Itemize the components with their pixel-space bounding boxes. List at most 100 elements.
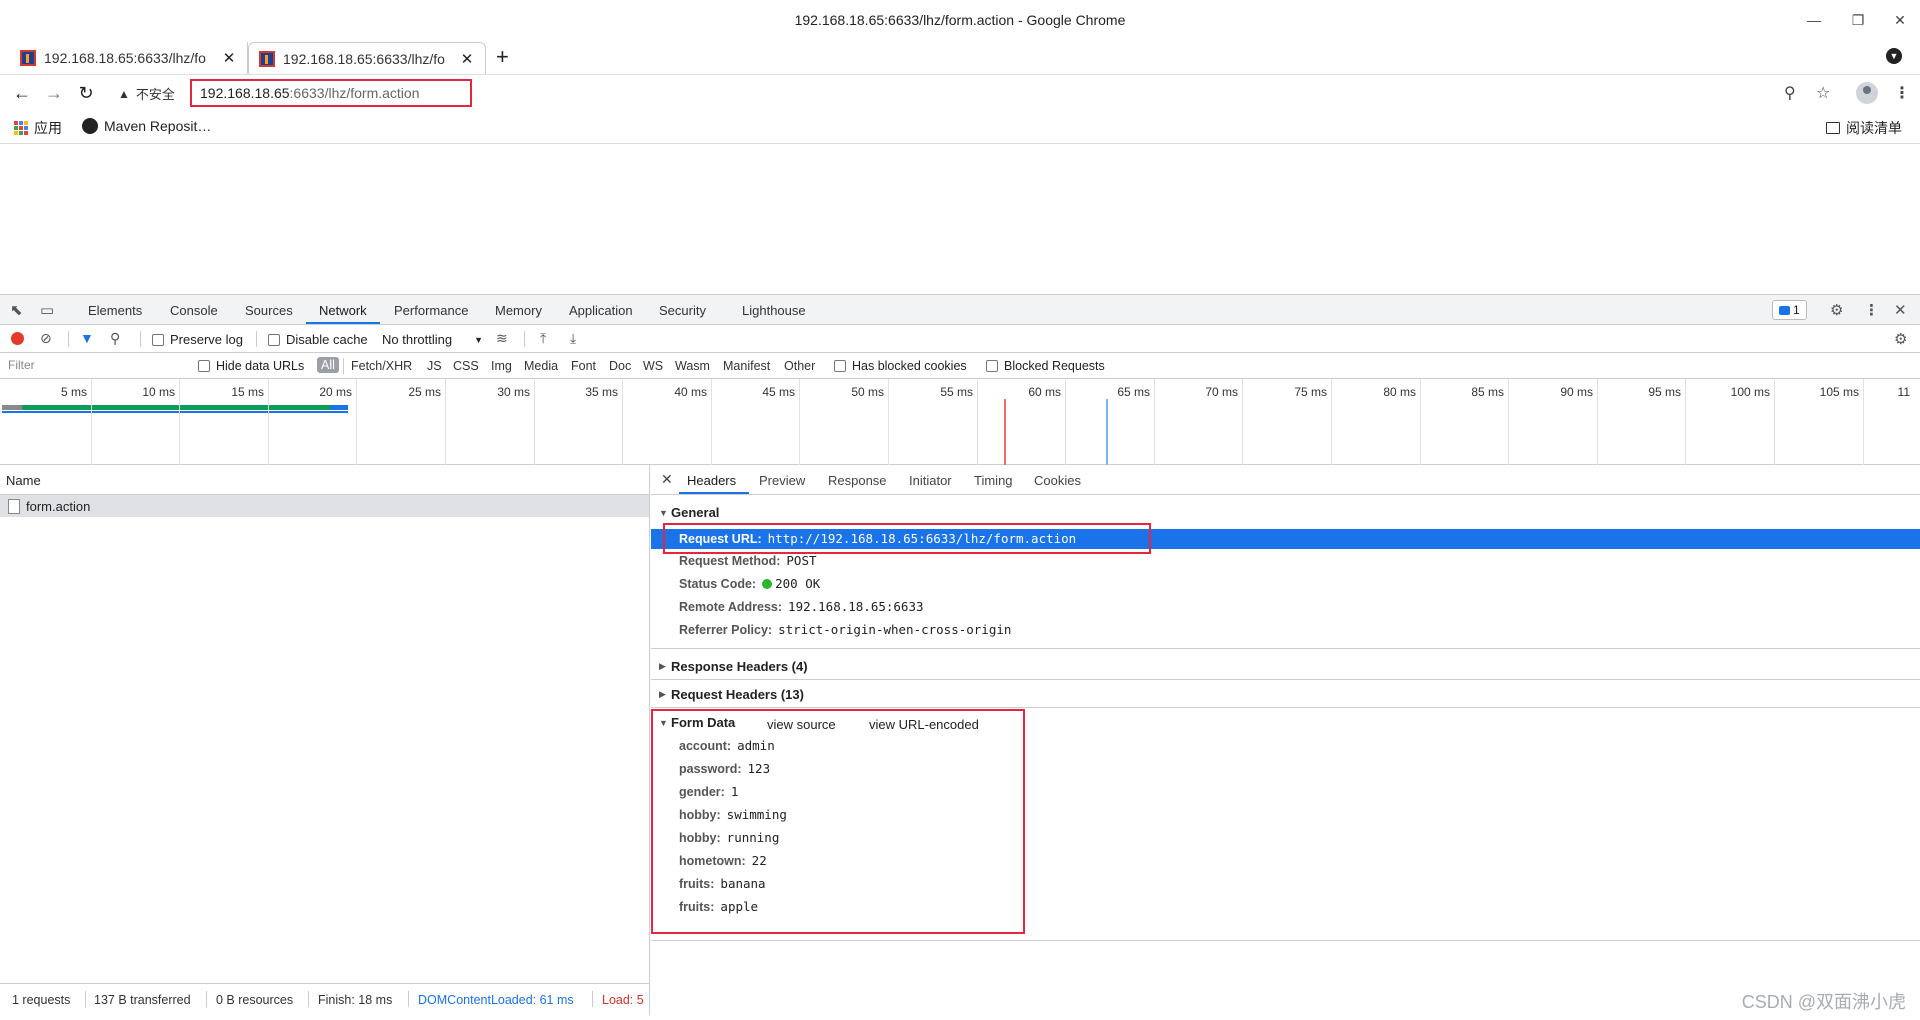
minimize-icon[interactable]: — <box>1794 8 1834 32</box>
tab-application[interactable]: Application <box>569 303 633 318</box>
filter-type-css[interactable]: CSS <box>453 359 479 373</box>
network-conditions-icon[interactable]: ≋ <box>496 330 508 347</box>
profile-avatar[interactable] <box>1856 82 1878 104</box>
toolbar-divider <box>256 331 257 347</box>
back-icon[interactable]: ← <box>10 81 34 105</box>
timeline-gridline <box>711 379 712 465</box>
import-har-icon[interactable]: ⤒ <box>540 330 546 347</box>
status-divider <box>408 991 409 1007</box>
filter-type-all[interactable]: All <box>317 357 339 373</box>
star-bookmark-icon[interactable]: ☆ <box>1816 83 1830 103</box>
response-headers-title: Response Headers (4) <box>671 659 808 674</box>
request-row[interactable]: form.action <box>0 495 649 517</box>
filter-type-font[interactable]: Font <box>571 359 596 373</box>
tab-strip: 192.168.18.65:6633/lhz/fo ✕ 192.168.18.6… <box>0 40 1920 74</box>
clear-icon[interactable]: ⊘ <box>40 330 52 347</box>
tab-preview[interactable]: Preview <box>759 473 805 488</box>
tab-elements[interactable]: Elements <box>88 303 142 318</box>
apps-shortcut[interactable]: 应用 <box>14 118 62 138</box>
timeline-gridline <box>356 379 357 465</box>
disable-cache-checkbox[interactable]: Disable cache <box>268 332 368 347</box>
tab-search-icon[interactable]: ▼ <box>1886 48 1902 64</box>
close-devtools-icon[interactable]: ✕ <box>1894 301 1907 319</box>
throttling-select[interactable]: No throttling ▼ <box>382 332 483 347</box>
tab-security[interactable]: Security <box>659 303 706 318</box>
tab-lighthouse[interactable]: Lighthouse <box>742 303 806 318</box>
address-bar[interactable]: 192.168.18.65:6633/lhz/form.action <box>190 79 472 107</box>
blocked-requests-checkbox[interactable]: Blocked Requests <box>986 359 1105 373</box>
record-icon[interactable] <box>11 332 24 345</box>
filter-type-ws[interactable]: WS <box>643 359 663 373</box>
tab-cookies[interactable]: Cookies <box>1034 473 1081 488</box>
request-url-highlight <box>663 523 1151 554</box>
tab-sources[interactable]: Sources <box>245 303 293 318</box>
reading-list-button[interactable]: 阅读清单 <box>1826 118 1902 138</box>
warning-icon: ▲ <box>118 86 130 101</box>
filter-type-js[interactable]: JS <box>427 359 442 373</box>
timeline-gridline <box>622 379 623 465</box>
close-tab-icon[interactable]: ✕ <box>459 50 475 68</box>
response-headers-section-header[interactable]: ▶ Response Headers (4) <box>659 659 808 674</box>
inspect-element-icon[interactable]: ⬉ <box>10 301 23 319</box>
filter-type-img[interactable]: Img <box>491 359 512 373</box>
network-overview-timeline[interactable]: 5 ms 10 ms 15 ms 20 ms 25 ms 30 ms 35 ms 40 ms 4… <box>0 379 1920 465</box>
header-value: strict-origin-when-cross-origin <box>778 622 1012 637</box>
close-details-icon[interactable]: ✕ <box>661 471 673 488</box>
filter-type-wasm[interactable]: Wasm <box>675 359 710 373</box>
status-divider <box>206 991 207 1007</box>
filter-type-media[interactable]: Media <box>524 359 558 373</box>
issues-badge[interactable]: 1 <box>1772 300 1807 320</box>
has-blocked-cookies-checkbox[interactable]: Has blocked cookies <box>834 359 967 373</box>
close-window-icon[interactable]: ✕ <box>1880 8 1920 32</box>
status-ok-icon <box>762 578 773 589</box>
tab-performance[interactable]: Performance <box>394 303 468 318</box>
timeline-gridline <box>179 379 180 465</box>
tab-headers[interactable]: Headers <box>687 473 736 488</box>
hide-data-urls-checkbox[interactable]: Hide data URLs <box>198 359 304 373</box>
form-data-highlight <box>651 709 1025 934</box>
tab-console[interactable]: Console <box>170 303 218 318</box>
tab-initiator[interactable]: Initiator <box>909 473 952 488</box>
tab-timing[interactable]: Timing <box>974 473 1013 488</box>
filter-type-other[interactable]: Other <box>784 359 815 373</box>
csdn-watermark: CSDN @双面沸小虎 <box>1741 992 1906 1012</box>
filter-funnel-icon[interactable]: ▼ <box>80 330 94 346</box>
timing-bar-underline <box>2 411 348 413</box>
site-favicon-icon <box>20 50 36 66</box>
toolbar-divider <box>140 331 141 347</box>
device-toolbar-icon[interactable]: ▭ <box>40 301 54 319</box>
filter-type-doc[interactable]: Doc <box>609 359 631 373</box>
export-har-icon[interactable]: ⤓ <box>570 330 576 347</box>
timeline-gridline <box>1065 379 1066 465</box>
general-title: General <box>671 505 720 520</box>
reload-icon[interactable]: ↻ <box>74 81 98 105</box>
bookmark-maven[interactable]: Maven Reposit… <box>82 118 211 134</box>
timeline-gridline <box>1242 379 1243 465</box>
preserve-log-checkbox[interactable]: Preserve log <box>152 332 243 347</box>
request-headers-section-header[interactable]: ▶ Request Headers (13) <box>659 687 804 702</box>
key-icon[interactable]: ⚲ <box>1784 83 1796 103</box>
new-tab-icon[interactable]: + <box>496 44 509 70</box>
close-tab-icon[interactable]: ✕ <box>221 49 237 67</box>
filter-type-fetch-xhr[interactable]: Fetch/XHR <box>351 359 412 373</box>
devtools-menu-icon[interactable]: ⋮ <box>1864 301 1879 319</box>
general-section-header[interactable]: ▼ General <box>659 505 719 520</box>
tab-memory[interactable]: Memory <box>495 303 542 318</box>
network-settings-icon[interactable]: ⚙ <box>1894 330 1907 348</box>
name-column-header[interactable]: Name <box>0 465 649 495</box>
browser-tab-1[interactable]: 192.168.18.65:6633/lhz/fo ✕ <box>10 42 248 74</box>
filter-input[interactable]: Filter <box>2 356 182 376</box>
request-method-row: Request Method: POST <box>679 553 817 568</box>
filter-type-manifest[interactable]: Manifest <box>723 359 770 373</box>
search-icon[interactable]: ⚲ <box>110 330 120 347</box>
url-host: 192.168.18.65 <box>200 85 290 101</box>
header-value: 192.168.18.65:6633 <box>788 599 924 614</box>
tab-network[interactable]: Network <box>319 303 367 318</box>
chrome-menu-icon[interactable]: ⋮ <box>1894 83 1910 103</box>
security-indicator[interactable]: ▲ 不安全 <box>118 84 175 103</box>
tab-response[interactable]: Response <box>828 473 887 488</box>
forward-icon[interactable]: → <box>42 81 66 105</box>
settings-gear-icon[interactable]: ⚙ <box>1830 301 1843 319</box>
browser-tab-2[interactable]: 192.168.18.65:6633/lhz/fo ✕ <box>248 42 486 74</box>
restore-icon[interactable]: ❐ <box>1838 8 1878 32</box>
